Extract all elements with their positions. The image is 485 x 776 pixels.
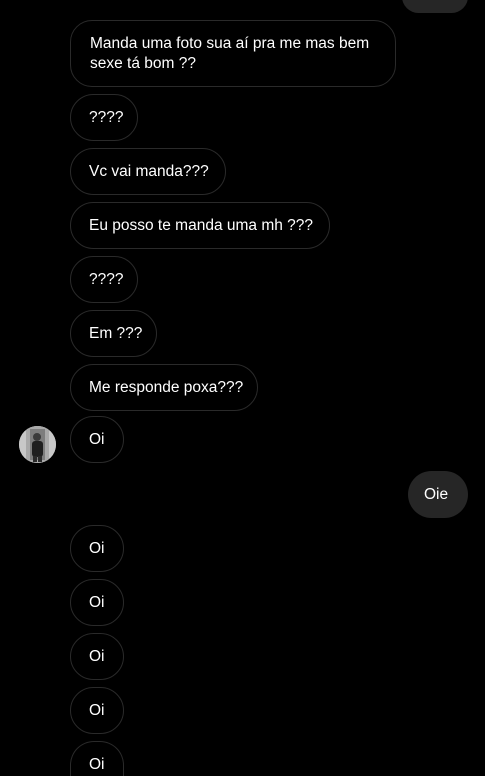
message-bubble-incoming[interactable]: Oi <box>70 741 124 776</box>
message-text: Oi <box>89 701 105 719</box>
message-text: Oi <box>89 430 105 448</box>
message-bubble-incoming[interactable]: Oi <box>70 525 124 572</box>
message-text: Oi <box>89 647 105 665</box>
message-text: Oie <box>424 485 449 503</box>
message-text: Oi <box>89 593 105 611</box>
message-text: Me responde poxa??? <box>89 378 244 396</box>
message-text: ???? <box>89 270 124 288</box>
message-bubble-incoming[interactable]: ???? <box>70 256 138 303</box>
message-bubble-outgoing-partial[interactable] <box>402 0 468 13</box>
avatar-photo-icon <box>19 426 56 463</box>
message-bubble-incoming[interactable]: Eu posso te manda uma mh ??? <box>70 202 330 249</box>
message-text: Manda uma foto sua aí pra me mas bem sex… <box>90 34 370 72</box>
message-text: Eu posso te manda uma mh ??? <box>89 216 314 234</box>
message-text: Vc vai manda??? <box>89 162 209 180</box>
message-bubble-incoming[interactable]: Oi <box>70 687 124 734</box>
contact-avatar[interactable] <box>19 426 56 463</box>
message-text: Oi <box>89 756 105 773</box>
message-bubble-outgoing[interactable]: Oie <box>408 471 468 518</box>
message-text: ???? <box>89 108 124 126</box>
message-text: Em ??? <box>89 324 143 342</box>
message-bubble-incoming[interactable]: Me responde poxa??? <box>70 364 258 411</box>
message-bubble-incoming[interactable]: Oi <box>70 633 124 680</box>
message-bubble-incoming[interactable]: ???? <box>70 94 138 141</box>
message-bubble-incoming[interactable]: Vc vai manda??? <box>70 148 226 195</box>
message-bubble-incoming[interactable]: Oi <box>70 416 124 463</box>
message-bubble-incoming[interactable]: Oi <box>70 579 124 626</box>
message-bubble-incoming[interactable]: Em ??? <box>70 310 157 357</box>
message-bubble-incoming[interactable]: Manda uma foto sua aí pra me mas bem sex… <box>70 20 396 87</box>
message-text: Oi <box>89 539 105 557</box>
